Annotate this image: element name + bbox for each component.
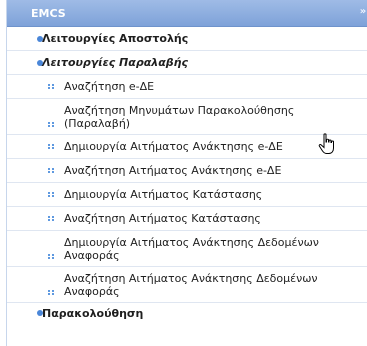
menu-item-label: Δημιουργία Αιτήματος Ανάκτησης Δεδομένων… [64,235,319,262]
bullet-icon [37,310,43,316]
menu-section-dispatch[interactable]: Λειτουργίες Αποστολής [7,27,367,51]
menu-item-label: Αναζήτηση Αιτήματος Ανάκτησης e-ΔΕ [64,164,282,177]
grid-dots-icon [48,289,54,295]
menu-item-label: Αναζήτηση e-ΔΕ [64,80,155,93]
menu-item-label: Αναζήτηση Μηνυμάτων Παρακολούθησης (Παρα… [64,103,295,130]
menu-item-search-reference-data-request[interactable]: Αναζήτηση Αιτήματος Ανάκτησης Δεδομένων … [7,267,367,303]
menu-section-monitoring[interactable]: Παρακολούθηση [7,303,367,323]
menu-item-label: Αναζήτηση Αιτήματος Ανάκτησης Δεδομένων … [64,271,318,298]
bullet-icon [37,59,43,66]
menu-item-label: Δημιουργία Αιτήματος Κατάστασης [64,188,263,201]
menu-item-search-tracking-messages[interactable]: Αναζήτηση Μηνυμάτων Παρακολούθησης (Παρα… [7,99,367,135]
grid-dots-icon [48,167,54,173]
section-label: Λειτουργίες Παραλαβής [42,56,188,69]
menu-item-label: Αναζήτηση Αιτήματος Κατάστασης [64,212,261,225]
menu-item-search-e-ad[interactable]: Αναζήτηση e-ΔΕ [7,75,367,99]
menu-item-create-reference-data-request[interactable]: Δημιουργία Αιτήματος Ανάκτησης Δεδομένων… [7,231,367,267]
grid-dots-icon [48,121,54,127]
grid-dots-icon [48,253,54,259]
grid-dots-icon [48,83,54,89]
panel-header[interactable]: EMCS » [7,0,367,27]
section-label: Λειτουργίες Αποστολής [42,32,189,45]
panel-title: EMCS [31,6,66,20]
menu-item-create-status-request[interactable]: Δημιουργία Αιτήματος Κατάστασης [7,183,367,207]
emcs-menu-panel: EMCS » Λειτουργίες Αποστολής Λειτουργίες… [6,0,367,346]
menu-item-label: Δημιουργία Αιτήματος Ανάκτησης e-ΔΕ [64,140,283,153]
menu-item-search-status-request[interactable]: Αναζήτηση Αιτήματος Κατάστασης [7,207,367,231]
menu-item-create-e-ad-retrieval-request[interactable]: Δημιουργία Αιτήματος Ανάκτησης e-ΔΕ [7,135,367,159]
hand-pointer-cursor-icon [318,133,334,154]
double-chevron-up-icon[interactable]: » [356,5,367,19]
grid-dots-icon [48,143,54,149]
bullet-icon [37,35,43,42]
grid-dots-icon [48,215,54,221]
grid-dots-icon [48,191,54,197]
menu-item-search-e-ad-retrieval-request[interactable]: Αναζήτηση Αιτήματος Ανάκτησης e-ΔΕ [7,159,367,183]
menu-section-receipt[interactable]: Λειτουργίες Παραλαβής [7,51,367,75]
section-label: Παρακολούθηση [42,306,144,320]
